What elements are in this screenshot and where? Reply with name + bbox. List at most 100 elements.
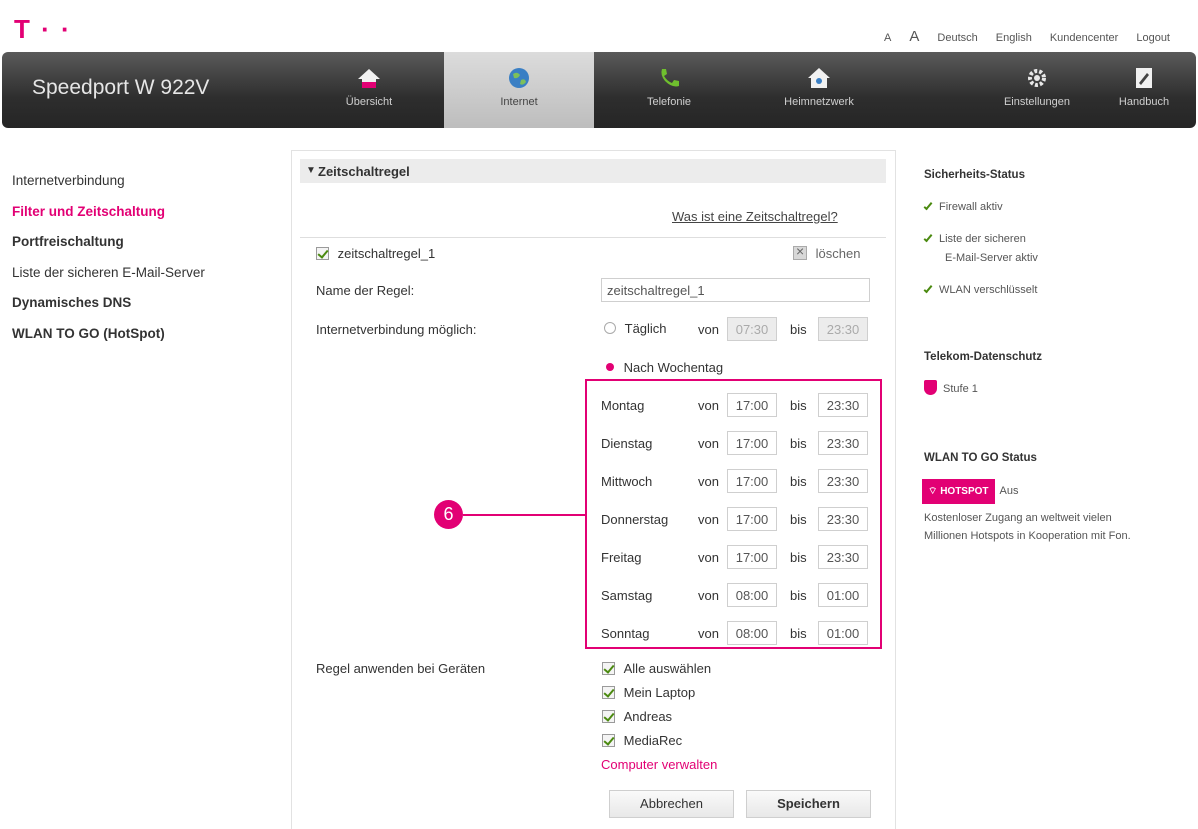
weekday-radio[interactable]	[606, 363, 614, 371]
hotspot-description-line: Kostenloser Zugang an weltweit vielen	[924, 512, 1112, 524]
day-label: Montag	[601, 398, 645, 413]
sidebar-item-internetverbindung[interactable]: Internetverbindung	[12, 166, 205, 197]
nav-label: Übersicht	[345, 96, 393, 108]
save-button[interactable]: Speichern	[746, 790, 871, 818]
devices-label: Regel anwenden bei Geräten	[316, 661, 486, 676]
friday-to-input[interactable]	[818, 545, 868, 569]
check-icon	[923, 232, 933, 243]
nav-telefonie[interactable]: Telefonie	[594, 52, 744, 128]
daily-radio[interactable]	[604, 322, 616, 334]
daily-label: Täglich	[624, 321, 667, 336]
device-label: Mein Laptop	[623, 685, 696, 700]
monday-from-input[interactable]	[727, 393, 777, 417]
day-label: Dienstag	[601, 436, 653, 451]
bis-label: bis	[790, 550, 807, 565]
day-label: Mittwoch	[601, 474, 653, 489]
internet-possible-label: Internetverbindung möglich:	[316, 322, 477, 337]
kundencenter-link[interactable]: Kundencenter	[1050, 32, 1119, 44]
cancel-button[interactable]: Abbrechen	[609, 790, 734, 818]
tuesday-to-input[interactable]	[818, 431, 868, 455]
sidebar-item-dynamisches-dns[interactable]: Dynamisches DNS	[12, 288, 205, 319]
privacy-level[interactable]: Stufe 1	[924, 380, 978, 399]
language-english-link[interactable]: English	[996, 32, 1032, 44]
delete-label: löschen	[815, 246, 861, 261]
language-deutsch-link[interactable]: Deutsch	[937, 32, 977, 44]
hotspot-status: ⌔ HOTSPOT Aus	[922, 479, 1019, 504]
logout-link[interactable]: Logout	[1136, 32, 1170, 44]
device-option[interactable]: MediaRec	[602, 733, 682, 748]
security-item: WLAN verschlüsselt	[923, 281, 1037, 300]
device-option[interactable]: Alle auswählen	[602, 661, 711, 676]
device-checkbox[interactable]	[602, 734, 615, 747]
rule-enabled-row: zeitschaltregel_1	[316, 246, 435, 261]
font-size-large-button[interactable]: A	[909, 28, 919, 45]
check-icon	[923, 283, 933, 294]
nav-einstellungen[interactable]: Einstellungen	[962, 52, 1112, 128]
nav-internet[interactable]: Internet	[444, 52, 594, 128]
product-name: Speedport W 922V	[32, 76, 210, 99]
rule-enabled-checkbox[interactable]	[316, 247, 329, 260]
security-item: Liste der sicheren	[923, 230, 1026, 249]
saturday-to-input[interactable]	[818, 583, 868, 607]
collapse-arrow-icon: ▼	[306, 165, 316, 176]
rule-name-label: Name der Regel:	[316, 283, 415, 298]
rule-enabled-label: zeitschaltregel_1	[337, 246, 436, 261]
sidebar-item-wlan-to-go[interactable]: WLAN TO GO (HotSpot)	[12, 319, 205, 350]
device-option[interactable]: Andreas	[602, 709, 672, 724]
sidebar-item-email-server[interactable]: Liste der sicheren E-Mail-Server	[12, 258, 205, 289]
sunday-from-input[interactable]	[727, 621, 777, 645]
device-checkbox[interactable]	[602, 686, 615, 699]
nav-label: Handbuch	[1118, 96, 1170, 108]
top-links: A A Deutsch English Kundencenter Logout	[884, 28, 1170, 45]
thursday-to-input[interactable]	[818, 507, 868, 531]
device-label: Alle auswählen	[623, 661, 712, 676]
delete-icon	[793, 243, 807, 260]
thursday-from-input[interactable]	[727, 507, 777, 531]
daily-to-input[interactable]	[818, 317, 868, 341]
panel-header[interactable]: ▼ Zeitschaltregel	[300, 159, 886, 183]
nav-uebersicht[interactable]: Übersicht	[294, 52, 444, 128]
panel-title: Zeitschaltregel	[318, 164, 410, 179]
globe-icon	[509, 68, 529, 88]
hotspot-badge[interactable]: ⌔ HOTSPOT	[922, 479, 995, 504]
von-label: von	[698, 626, 719, 641]
font-size-small-button[interactable]: A	[884, 32, 891, 44]
friday-from-input[interactable]	[727, 545, 777, 569]
nav-handbuch[interactable]: Handbuch	[1104, 52, 1184, 128]
device-checkbox[interactable]	[602, 710, 615, 723]
device-checkbox[interactable]	[602, 662, 615, 675]
nav-label: Einstellungen	[1003, 96, 1071, 108]
weekday-option[interactable]: Nach Wochentag	[604, 360, 723, 375]
von-label: von	[698, 512, 719, 527]
nav-label: Telefonie	[646, 96, 692, 108]
manage-computers-link[interactable]: Computer verwalten	[601, 757, 717, 772]
daily-von-label: von	[698, 322, 719, 337]
hotspot-description-line: Millionen Hotspots in Kooperation mit Fo…	[924, 530, 1131, 542]
tuesday-from-input[interactable]	[727, 431, 777, 455]
wednesday-to-input[interactable]	[818, 469, 868, 493]
saturday-from-input[interactable]	[727, 583, 777, 607]
nav-heimnetzwerk[interactable]: Heimnetzwerk	[744, 52, 894, 128]
day-label: Samstag	[601, 588, 653, 603]
daily-option[interactable]: Täglich	[604, 321, 667, 336]
phone-icon	[661, 69, 679, 87]
security-item-continued: E-Mail-Server aktiv	[945, 252, 1038, 264]
nav-label: Internet	[500, 96, 538, 108]
bis-label: bis	[790, 436, 807, 451]
hotspot-badge-label: HOTSPOT	[940, 486, 989, 497]
sidebar-item-filter-zeitschaltung[interactable]: Filter und Zeitschaltung	[12, 197, 205, 228]
help-link[interactable]: Was ist eine Zeitschaltregel?	[672, 209, 838, 224]
check-icon	[923, 200, 933, 211]
daily-bis-label: bis	[790, 322, 807, 337]
daily-from-input[interactable]	[727, 317, 777, 341]
shield-icon	[924, 380, 937, 395]
sunday-to-input[interactable]	[818, 621, 868, 645]
telekom-logo[interactable]: T · ·	[14, 14, 72, 45]
rule-name-input[interactable]	[601, 278, 870, 302]
delete-rule-button[interactable]: löschen	[793, 243, 861, 261]
wednesday-from-input[interactable]	[727, 469, 777, 493]
von-label: von	[698, 550, 719, 565]
device-option[interactable]: Mein Laptop	[602, 685, 695, 700]
sidebar-item-portfreischaltung[interactable]: Portfreischaltung	[12, 227, 205, 258]
monday-to-input[interactable]	[818, 393, 868, 417]
